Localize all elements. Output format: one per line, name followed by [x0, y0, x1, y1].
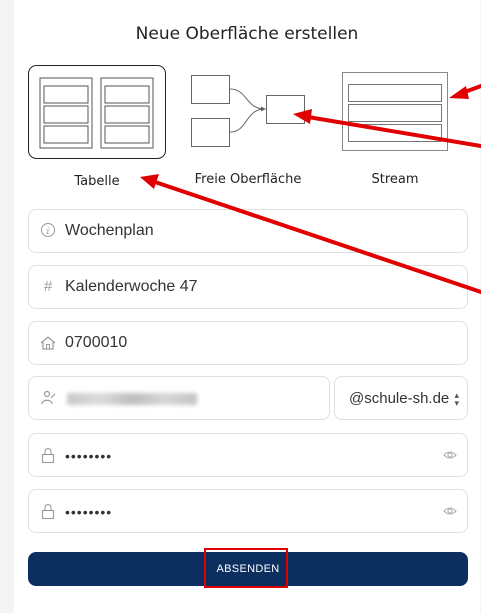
annotation-arrows	[140, 84, 481, 294]
